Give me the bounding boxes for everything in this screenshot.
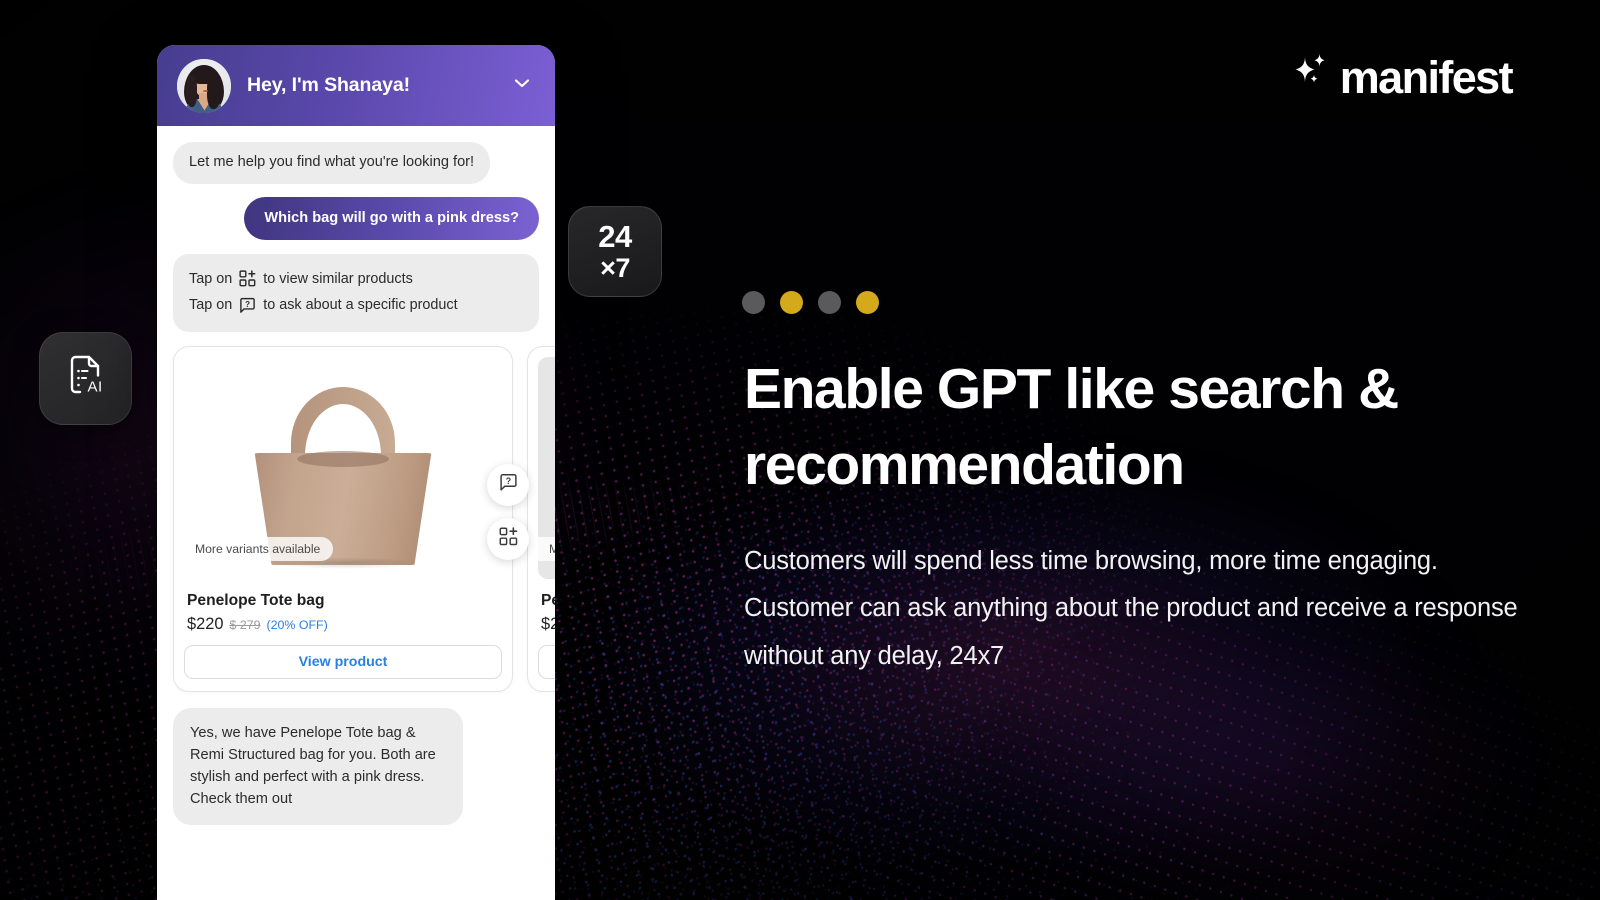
product-price: $220 [541,614,555,633]
bot-message-greeting: Let me help you find what you're looking… [173,142,491,184]
product-price-row: $220 $ 279 (20% OFF) [538,615,555,634]
chat-message-list: Let me help you find what you're looking… [157,126,555,900]
user-message-query: Which bag will go with a pink dress? [244,196,539,240]
view-product-button[interactable]: View product [538,644,555,679]
product-price-row: $220 $ 279 (20% OFF) [184,615,502,634]
hint-line-ask-product: Tap on ? to ask about a specific product [189,292,523,319]
brand-name: manifest [1339,52,1514,103]
chat-question-icon: ? [499,473,518,497]
sparkle-icon [1284,48,1338,107]
brand-logo: manifest [1284,48,1514,107]
dot-indicator [742,291,765,314]
page-root: AI Hey, I'm Shanaya! Let me help you fin… [0,0,1600,900]
dot-indicator [856,291,879,314]
product-image: More variants available [538,356,555,579]
variant-badge: More variants available [538,536,555,561]
product-price: $220 [187,614,224,633]
bot-final-message-row: Yes, we have Penelope Tote bag & Remi St… [173,692,539,825]
product-image: More variants available [184,356,502,579]
product-compare-price: $ 279 [229,617,261,632]
page-subtext: Customers will spend less time browsing,… [744,547,1518,670]
product-card[interactable]: More variants available ? Penelope Tote … [173,345,529,692]
ask-about-product-button[interactable]: ? [487,463,529,506]
dot-indicators [742,291,879,314]
view-product-button[interactable]: View product [184,644,502,679]
hint-prefix: Tap on [189,297,233,314]
collapse-widget-button[interactable] [507,71,537,101]
chat-widget: Hey, I'm Shanaya! Let me help you find w… [157,45,555,900]
dot-indicator [780,291,803,314]
dot-indicator [818,291,841,314]
availability-badge: 24 ×7 [568,206,662,297]
variant-badge: More variants available [184,536,334,561]
hint-card: Tap on to view similar products Tap on ?… [173,253,539,332]
product-card[interactable]: More variants available Penelope Tote ba… [527,345,555,692]
chat-question-icon: ? [239,297,256,314]
svg-text:AI: AI [87,379,102,396]
hint-suffix: to ask about a specific product [263,297,458,314]
chevron-down-icon [511,72,533,99]
grid-plus-icon [499,527,518,551]
chat-widget-header: Hey, I'm Shanaya! [157,45,555,126]
product-carousel[interactable]: More variants available ? Penelope Tote … [173,345,555,692]
availability-badge-line1: 24 [598,219,632,255]
page-title: Enable GPT like search & recommendation [744,357,1399,497]
hint-line-similar-products: Tap on to view similar products [189,266,523,293]
hint-prefix: Tap on [189,270,233,287]
product-title: Penelope Tote bag [541,591,555,609]
product-title: Penelope Tote bag [187,591,325,609]
bot-message-recommendation: Yes, we have Penelope Tote bag & Remi St… [173,707,463,825]
availability-badge-line2: ×7 [600,252,630,283]
document-ai-icon: AI [60,350,112,407]
svg-text:?: ? [245,300,250,309]
bot-message-row: Let me help you find what you're looking… [173,142,539,184]
hint-suffix: to view similar products [263,270,413,287]
svg-text:?: ? [505,476,510,486]
view-similar-products-button[interactable] [487,517,529,560]
grid-plus-icon [239,270,256,287]
chat-widget-title: Hey, I'm Shanaya! [247,74,410,96]
product-action-buttons: ? [487,463,529,560]
ai-document-tile[interactable]: AI [39,332,132,425]
product-discount: (20% OFF) [266,617,328,632]
user-message-row: Which bag will go with a pink dress? [173,196,539,240]
avatar [177,58,231,113]
